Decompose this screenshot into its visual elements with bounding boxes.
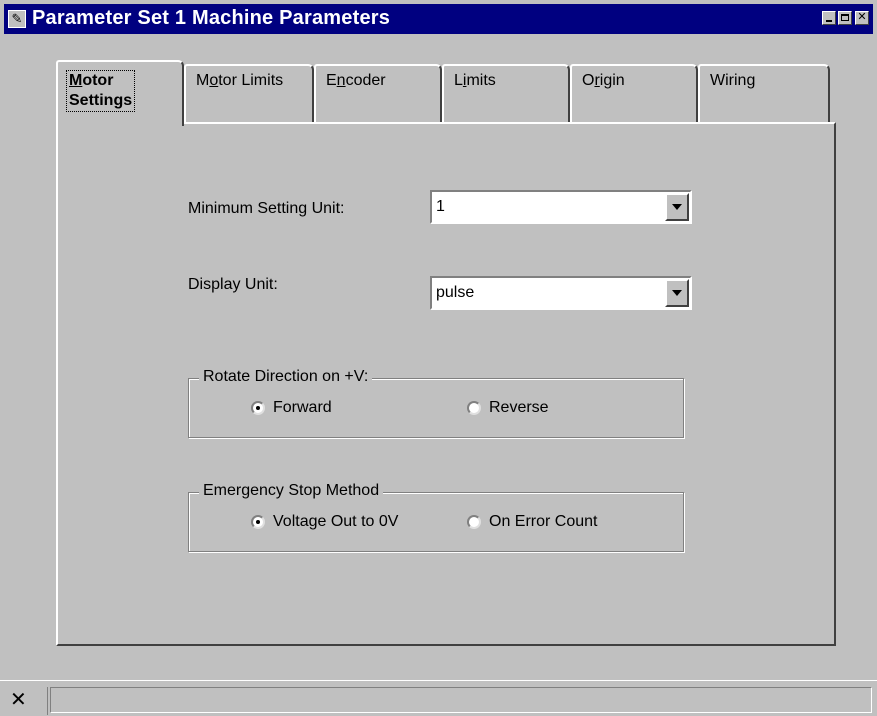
tab-label: tor Limits	[218, 72, 284, 89]
tab-motor-settings-label: Motor Settings	[66, 70, 136, 112]
app-icon[interactable]: ✎	[8, 10, 26, 28]
close-icon[interactable]: ✕	[4, 687, 48, 715]
rotate-direction-title: Rotate Direction on +V:	[199, 368, 373, 386]
tab-label: mits	[466, 72, 496, 89]
rotate-direction-group: Rotate Direction on +V: Forward Reverse	[188, 368, 684, 438]
min-setting-unit-select[interactable]: 1	[430, 190, 692, 224]
tab-label: O	[582, 72, 595, 89]
tab-encoder[interactable]: Encoder	[314, 64, 442, 122]
min-setting-unit-label: Minimum Setting Unit:	[188, 200, 345, 217]
tab-limits[interactable]: Limits	[442, 64, 570, 122]
tab-label: coder	[345, 72, 386, 89]
tab-label: igin	[599, 72, 625, 89]
title-bar[interactable]: ✎ Parameter Set 1 Machine Parameters ✕	[4, 4, 873, 34]
window-title: Parameter Set 1 Machine Parameters	[32, 7, 391, 29]
status-text	[50, 687, 872, 713]
tab-wiring[interactable]: Wiring	[698, 64, 830, 122]
tab-label: E	[326, 72, 337, 89]
minimize-button[interactable]	[822, 11, 836, 25]
radio-voltage-out[interactable]: Voltage Out to 0V	[251, 513, 398, 531]
tab-mnemonic: g	[746, 72, 756, 89]
display-unit-dropdown-button[interactable]	[665, 279, 689, 307]
close-icon: ✕	[857, 11, 867, 23]
tab-mnemonic: n	[336, 72, 346, 89]
parameter-window: ✎ Parameter Set 1 Machine Parameters ✕ M…	[0, 0, 877, 716]
radio-on-error-count[interactable]: On Error Count	[467, 513, 597, 531]
display-unit-value: pulse	[436, 284, 475, 301]
tab-origin[interactable]: Origin	[570, 64, 698, 122]
radio-reverse[interactable]: Reverse	[467, 399, 549, 417]
tab-motor-settings[interactable]: Motor Settings	[56, 60, 184, 126]
tab-strip: Motor Settings Motor Limits Encoder Limi…	[56, 60, 836, 126]
radio-reverse-label: Reverse	[489, 399, 549, 416]
tab-motor-limits[interactable]: Motor Limits	[184, 64, 314, 122]
minimize-icon	[826, 20, 832, 22]
display-unit-label: Display Unit:	[188, 276, 278, 293]
radio-on-error-count-label: On Error Count	[489, 513, 598, 530]
chevron-down-icon	[672, 290, 682, 296]
emergency-stop-title: Emergency Stop Method	[199, 482, 384, 500]
tab-label: M	[196, 72, 210, 89]
display-unit-select[interactable]: pulse	[430, 276, 692, 310]
radio-forward-label: Forward	[273, 399, 332, 416]
tab-label: L	[454, 72, 463, 89]
tab-mnemonic: o	[209, 72, 219, 89]
radio-on-error-count-circle[interactable]	[467, 515, 481, 529]
close-button[interactable]: ✕	[855, 11, 869, 25]
radio-voltage-out-circle[interactable]	[251, 515, 265, 529]
radio-forward-circle[interactable]	[251, 401, 265, 415]
min-setting-unit-dropdown-button[interactable]	[665, 193, 689, 221]
maximize-icon	[841, 14, 849, 21]
min-setting-unit-value: 1	[436, 198, 445, 215]
tab-mnemonic: M	[69, 72, 83, 89]
tab-label-line1-rest: otor	[82, 72, 114, 89]
radio-voltage-out-label: Voltage Out to 0V	[273, 513, 399, 530]
status-bar: ✕	[0, 680, 877, 716]
chevron-down-icon	[672, 204, 682, 210]
radio-forward[interactable]: Forward	[251, 399, 332, 417]
radio-reverse-circle[interactable]	[467, 401, 481, 415]
emergency-stop-group: Emergency Stop Method Voltage Out to 0V …	[188, 482, 684, 552]
tab-label-line2: Settings	[69, 92, 133, 109]
maximize-button[interactable]	[838, 11, 852, 25]
tab-page-motor-settings: Minimum Setting Unit: 1 Display Unit: pu…	[56, 122, 836, 646]
tab-label: Wirin	[710, 72, 747, 89]
